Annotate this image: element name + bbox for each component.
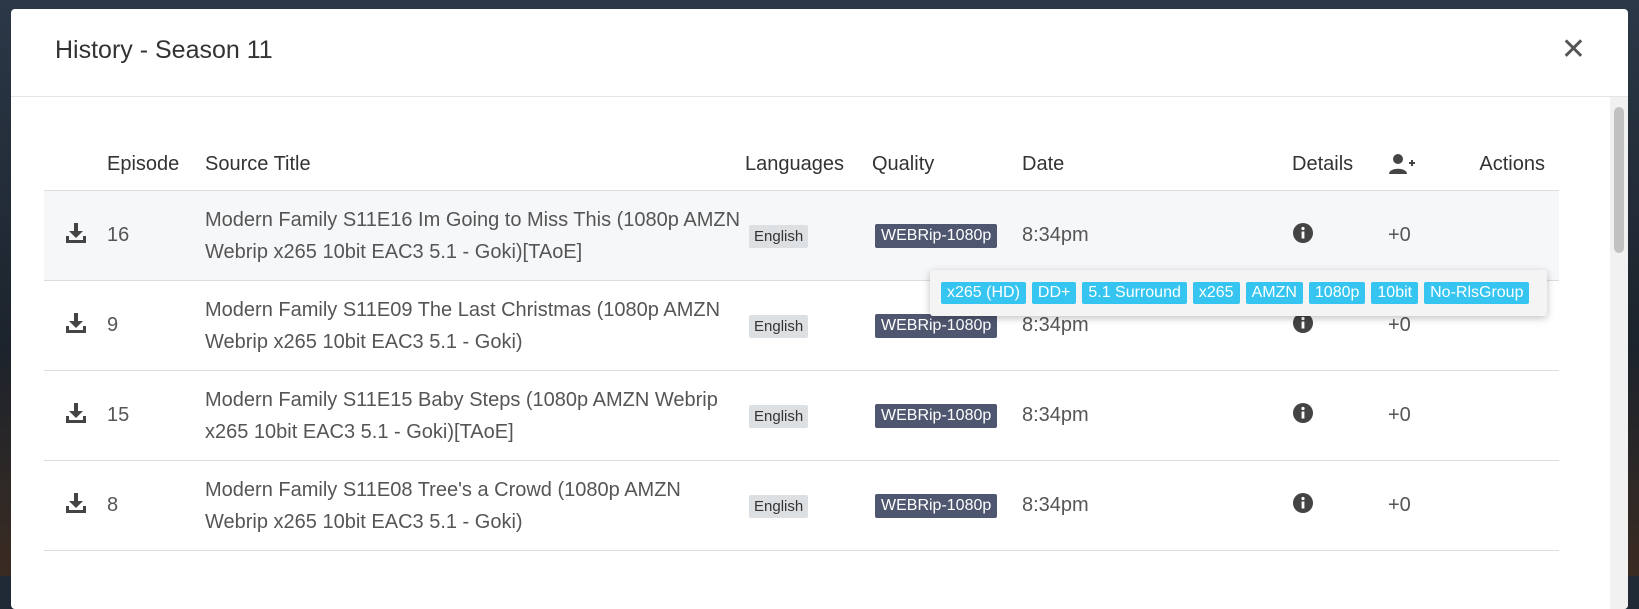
header-actions: Actions [1470,138,1559,191]
download-cell [44,280,107,371]
download-icon[interactable] [65,222,87,244]
quality-label: WEBRip-1080p [875,314,998,338]
actions-cell [1470,460,1559,551]
quality-label: WEBRip-1080p [875,404,998,428]
format-tag: 5.1 Surround [1082,282,1187,304]
user-plus-icon [1389,154,1415,175]
format-tag: 1080p [1308,282,1366,304]
quality-label: WEBRip-1080p [875,224,998,248]
format-tag: x265 (HD) [941,282,1026,304]
quality-cell: WEBRip-1080p [872,190,1022,281]
close-icon: ✕ [1560,33,1586,66]
quality-cell: WEBRip-1080p [872,370,1022,461]
format-tag: x265 [1192,282,1240,304]
details-cell [1292,370,1388,461]
header-date[interactable]: Date [1022,138,1292,191]
language-label: English [749,404,809,428]
episode-cell: 16 [107,190,205,281]
header-quality[interactable]: Quality [872,138,1022,191]
table-row: 8 Modern Family S11E08 Tree's a Crowd (1… [44,460,1559,551]
quality-label: WEBRip-1080p [875,494,998,518]
source-title-cell: Modern Family S11E09 The Last Christmas … [205,280,745,371]
custom-score-cell: +0 [1388,370,1470,461]
date-cell: 8:34pm [1022,370,1292,461]
date-cell: 8:34pm [1022,460,1292,551]
episode-cell: 8 [107,460,205,551]
table-header-row: Episode Source Title Languages Quality D… [44,138,1559,191]
language-cell: English [745,190,872,281]
source-title-cell: Modern Family S11E16 Im Going to Miss Th… [205,190,745,281]
episode-cell: 9 [107,280,205,371]
custom-score-cell: +0 [1388,190,1470,281]
language-label: English [749,224,809,248]
language-label: English [749,314,809,338]
header-episode[interactable]: Episode [107,138,205,191]
scrollbar[interactable] [1610,97,1628,609]
header-custom-format [1388,138,1470,191]
custom-score-cell: +0 [1388,460,1470,551]
quality-cell: WEBRip-1080p [872,460,1022,551]
details-cell [1292,460,1388,551]
table-row: 16 Modern Family S11E16 Im Going to Miss… [44,190,1559,281]
language-cell: English [745,370,872,461]
language-cell: English [745,460,872,551]
header-languages[interactable]: Languages [745,138,872,191]
format-tag: 10bit [1371,282,1419,304]
scrollbar-thumb[interactable] [1614,107,1624,253]
download-icon[interactable] [65,402,87,424]
source-title-cell: Modern Family S11E15 Baby Steps (1080p A… [205,370,745,461]
format-tag: No-RlsGroup [1424,282,1530,304]
header-download [44,138,107,191]
header-details: Details [1292,138,1388,191]
header-source-title[interactable]: Source Title [205,138,745,191]
download-icon[interactable] [65,492,87,514]
language-cell: English [745,280,872,371]
actions-cell [1470,370,1559,461]
close-button[interactable]: ✕ [1561,35,1586,65]
details-cell [1292,190,1388,281]
modal-header: History - Season 11 ✕ [11,9,1628,97]
download-icon[interactable] [65,312,87,334]
history-table: Episode Source Title Languages Quality D… [44,138,1559,551]
modal-title: History - Season 11 [55,36,273,64]
info-circle-icon[interactable] [1292,222,1314,244]
format-tag: AMZN [1245,282,1303,304]
info-circle-icon[interactable] [1292,492,1314,514]
table-row: 15 Modern Family S11E15 Baby Steps (1080… [44,370,1559,461]
download-cell [44,370,107,461]
format-tag: DD+ [1031,282,1077,304]
custom-formats-popover: x265 (HD) DD+ 5.1 Surround x265 AMZN 108… [930,270,1547,316]
download-cell [44,190,107,281]
episode-cell: 15 [107,370,205,461]
date-cell: 8:34pm [1022,190,1292,281]
actions-cell [1470,190,1559,281]
info-circle-icon[interactable] [1292,402,1314,424]
source-title-cell: Modern Family S11E08 Tree's a Crowd (108… [205,460,745,551]
language-label: English [749,494,809,518]
download-cell [44,460,107,551]
